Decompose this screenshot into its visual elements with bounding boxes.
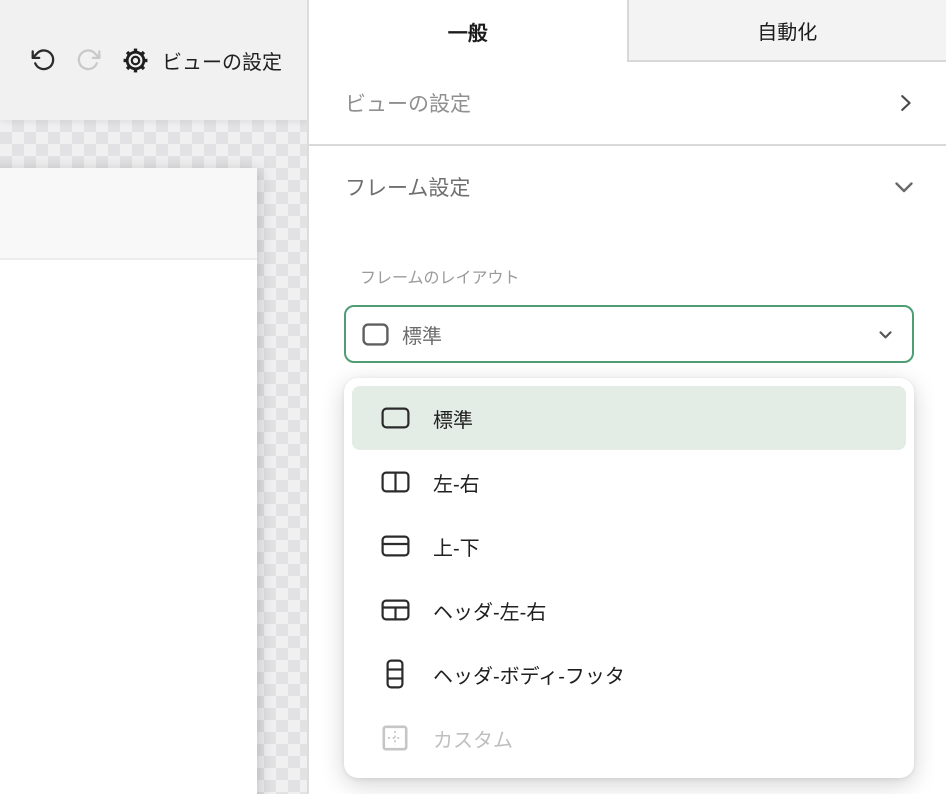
layout-header-body-footer-icon (379, 658, 411, 690)
frame-settings-title: フレーム設定 (345, 172, 470, 202)
frame-layout-select[interactable]: 標準 (344, 305, 914, 363)
menu-item-label: 上-下 (433, 532, 480, 561)
app-frame-preview[interactable] (0, 168, 257, 794)
menu-item-label: カスタム (433, 724, 513, 753)
chevron-down-icon (877, 326, 894, 343)
layout-standard-icon (379, 405, 411, 431)
tab-automation[interactable]: 自動化 (627, 0, 946, 62)
menu-item-label: ヘッダ-左-右 (433, 596, 546, 625)
layout-standard-icon (362, 323, 389, 346)
tab-general[interactable]: 一般 (309, 0, 627, 62)
view-settings-row[interactable]: ビューの設定 (309, 62, 946, 146)
settings-panel: 一般 自動化 ビューの設定 フレーム設定 フレームのレイアウト 標準 (307, 0, 946, 794)
menu-item-standard[interactable]: 標準 (352, 386, 906, 450)
view-settings-button[interactable] (122, 47, 148, 73)
undo-icon (30, 47, 56, 73)
menu-item-label: 標準 (433, 404, 473, 433)
menu-item-header-left-right[interactable]: ヘッダ-左-右 (352, 578, 906, 642)
layout-header-left-right-icon (379, 597, 411, 623)
undo-button[interactable] (30, 47, 56, 73)
menu-item-top-bottom[interactable]: 上-下 (352, 514, 906, 578)
frame-settings-header[interactable]: フレーム設定 (309, 146, 946, 228)
layout-top-bottom-icon (379, 533, 411, 559)
canvas-area: ビューの設定 (0, 0, 307, 794)
gear-icon (122, 47, 149, 74)
chevron-right-icon (894, 92, 916, 114)
app-frame-header (0, 168, 257, 260)
layout-left-right-icon (379, 469, 411, 495)
panel-tabs: 一般 自動化 (309, 0, 946, 62)
menu-item-left-right[interactable]: 左-右 (352, 450, 906, 514)
menu-item-label: 左-右 (433, 468, 480, 497)
tab-automation-label: 自動化 (757, 16, 817, 45)
redo-button[interactable] (76, 47, 102, 73)
view-settings-toolbar-label: ビューの設定 (162, 46, 282, 75)
chevron-down-icon (892, 175, 916, 199)
canvas-toolbar: ビューの設定 (0, 0, 307, 120)
redo-icon (76, 47, 102, 73)
menu-item-label: ヘッダ-ボディ-フッタ (433, 660, 625, 689)
view-settings-row-label: ビューの設定 (345, 88, 471, 118)
layout-custom-icon (379, 724, 411, 752)
menu-item-custom: カスタム (352, 706, 906, 770)
frame-layout-select-value: 標準 (402, 320, 442, 349)
menu-item-header-body-footer[interactable]: ヘッダ-ボディ-フッタ (352, 642, 906, 706)
tab-general-label: 一般 (448, 17, 488, 46)
frame-layout-label: フレームのレイアウト (360, 264, 520, 288)
frame-layout-dropdown: 標準 左-右 上-下 (344, 378, 914, 778)
